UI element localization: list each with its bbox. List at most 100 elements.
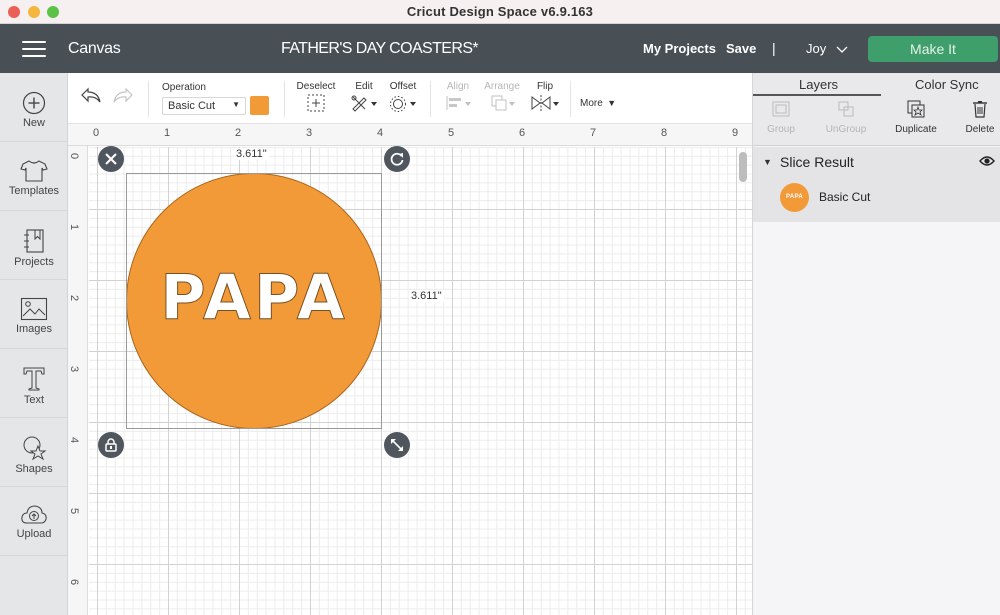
redo-button[interactable] — [112, 87, 134, 110]
flip-icon — [531, 95, 559, 111]
section-title: Canvas — [68, 40, 121, 57]
offset-label: Offset — [389, 81, 417, 92]
rotate-handle[interactable] — [384, 146, 410, 172]
project-title: FATHER'S DAY COASTERS* — [281, 40, 479, 57]
flip-label: Flip — [536, 81, 554, 92]
layer-thumbnail: PAPA — [780, 183, 809, 212]
sidebar-item-new[interactable]: New — [0, 91, 68, 159]
rotate-icon — [390, 152, 404, 166]
notebook-icon — [24, 229, 44, 253]
eye-visibility-icon[interactable] — [979, 155, 995, 167]
user-menu[interactable]: Joy — [806, 41, 826, 56]
save-link[interactable]: Save — [726, 41, 756, 56]
arrange-label: Arrange — [484, 81, 520, 92]
ruler-x-label: 5 — [448, 127, 455, 139]
sidebar-item-upload[interactable]: Upload — [0, 504, 68, 572]
duplicate-label: Duplicate — [895, 124, 937, 135]
ruler-x-label: 0 — [93, 127, 100, 139]
layer-group-title: Slice Result — [780, 154, 854, 170]
chevron-down-icon[interactable] — [836, 46, 848, 54]
horizontal-ruler: 0 1 2 3 4 5 6 7 8 9 — [68, 124, 752, 146]
ruler-x-label: 2 — [235, 127, 242, 139]
more-button[interactable]: More ▼ — [580, 93, 616, 111]
align-label: Align — [446, 81, 470, 92]
ruler-y-label: 5 — [68, 507, 81, 515]
window-title: Cricut Design Space v6.9.163 — [406, 4, 594, 19]
make-it-button[interactable]: Make It — [868, 36, 998, 62]
group-label: Group — [767, 124, 795, 135]
sidebar-label-projects: Projects — [14, 256, 54, 268]
tab-color-sync[interactable]: Color Sync — [915, 77, 979, 92]
operation-label: Operation — [162, 82, 206, 93]
resize-handle[interactable] — [384, 432, 410, 458]
more-label: More — [580, 98, 603, 109]
cloud-upload-icon — [21, 505, 47, 524]
arrange-button[interactable]: Arrange — [482, 81, 522, 117]
delete-handle[interactable] — [98, 146, 124, 172]
layer-actions: Group UnGroup Duplicate Delete — [753, 96, 1000, 146]
deselect-icon — [307, 94, 325, 112]
edit-tools-icon — [351, 95, 377, 112]
operation-select[interactable]: Basic Cut ▼ — [162, 97, 246, 115]
delete-button[interactable]: Delete — [963, 100, 997, 135]
redo-icon — [113, 87, 133, 103]
deselect-label: Deselect — [296, 81, 336, 92]
edit-toolbar: Operation Basic Cut ▼ Deselect Edit Offs… — [68, 73, 752, 124]
duplicate-icon — [907, 100, 925, 118]
header-separator: | — [772, 40, 776, 56]
layer-name: Basic Cut — [819, 190, 871, 204]
text-t-icon — [23, 367, 45, 391]
operation-color-swatch[interactable] — [250, 96, 269, 115]
sidebar-label-new: New — [22, 117, 45, 129]
ungroup-icon — [838, 101, 854, 117]
layer-group-slice-result[interactable]: ▼ Slice Result PAPA Basic Cut — [753, 147, 1000, 222]
sidebar-label-templates: Templates — [8, 185, 60, 197]
undo-icon — [81, 87, 101, 103]
left-sidebar: New Templates Projects Images Text Shape… — [0, 73, 68, 615]
deselect-button[interactable]: Deselect — [296, 81, 336, 117]
ruler-x-label: 4 — [377, 127, 384, 139]
group-icon — [772, 101, 790, 117]
sidebar-label-upload: Upload — [16, 528, 52, 540]
design-canvas[interactable]: 0 1 2 3 4 5 6 7 8 9 0 1 2 3 4 5 6 PAPA 3… — [68, 124, 752, 615]
ruler-x-label: 7 — [590, 127, 597, 139]
canvas-vertical-scrollbar[interactable] — [739, 152, 747, 182]
sidebar-item-shapes[interactable]: Shapes — [0, 435, 68, 503]
layers-panel: Layers Color Sync Group UnGroup Duplicat… — [752, 73, 1000, 615]
ruler-y-label: 2 — [68, 294, 81, 302]
ruler-x-label: 3 — [306, 127, 313, 139]
sidebar-item-text[interactable]: Text — [0, 366, 68, 434]
ungroup-button[interactable]: UnGroup — [821, 100, 871, 135]
delete-label: Delete — [965, 124, 995, 135]
hamburger-menu-icon[interactable] — [22, 41, 46, 57]
ruler-y-label: 4 — [68, 436, 81, 444]
offset-icon — [390, 96, 416, 112]
undo-button[interactable] — [80, 87, 102, 110]
sidebar-item-images[interactable]: Images — [0, 297, 68, 365]
ruler-x-label: 8 — [661, 127, 668, 139]
offset-button[interactable]: Offset — [386, 81, 420, 117]
selection-box — [126, 173, 382, 429]
group-button[interactable]: Group — [767, 100, 795, 135]
caret-down-icon: ▼ — [607, 98, 617, 108]
flip-button[interactable]: Flip — [530, 81, 560, 117]
sidebar-label-shapes: Shapes — [15, 463, 53, 475]
sidebar-item-templates[interactable]: Templates — [0, 159, 68, 227]
lock-handle[interactable] — [98, 432, 124, 458]
duplicate-button[interactable]: Duplicate — [893, 100, 939, 135]
align-button[interactable]: Align — [442, 81, 474, 117]
sidebar-item-projects[interactable]: Projects — [0, 228, 68, 296]
tshirt-icon — [20, 160, 48, 182]
collapse-caret-icon[interactable]: ▼ — [763, 157, 772, 167]
ruler-x-label: 1 — [164, 127, 171, 139]
layer-item[interactable]: PAPA Basic Cut — [753, 179, 1000, 219]
edit-button[interactable]: Edit — [348, 81, 380, 117]
shapes-icon — [23, 436, 47, 461]
my-projects-link[interactable]: My Projects — [643, 41, 716, 56]
window-titlebar: Cricut Design Space v6.9.163 — [0, 0, 1000, 24]
close-icon — [105, 153, 117, 165]
tab-layers[interactable]: Layers — [799, 77, 838, 92]
edit-label: Edit — [355, 81, 373, 92]
sidebar-label-text: Text — [23, 394, 45, 406]
ruler-y-label: 1 — [68, 223, 81, 231]
